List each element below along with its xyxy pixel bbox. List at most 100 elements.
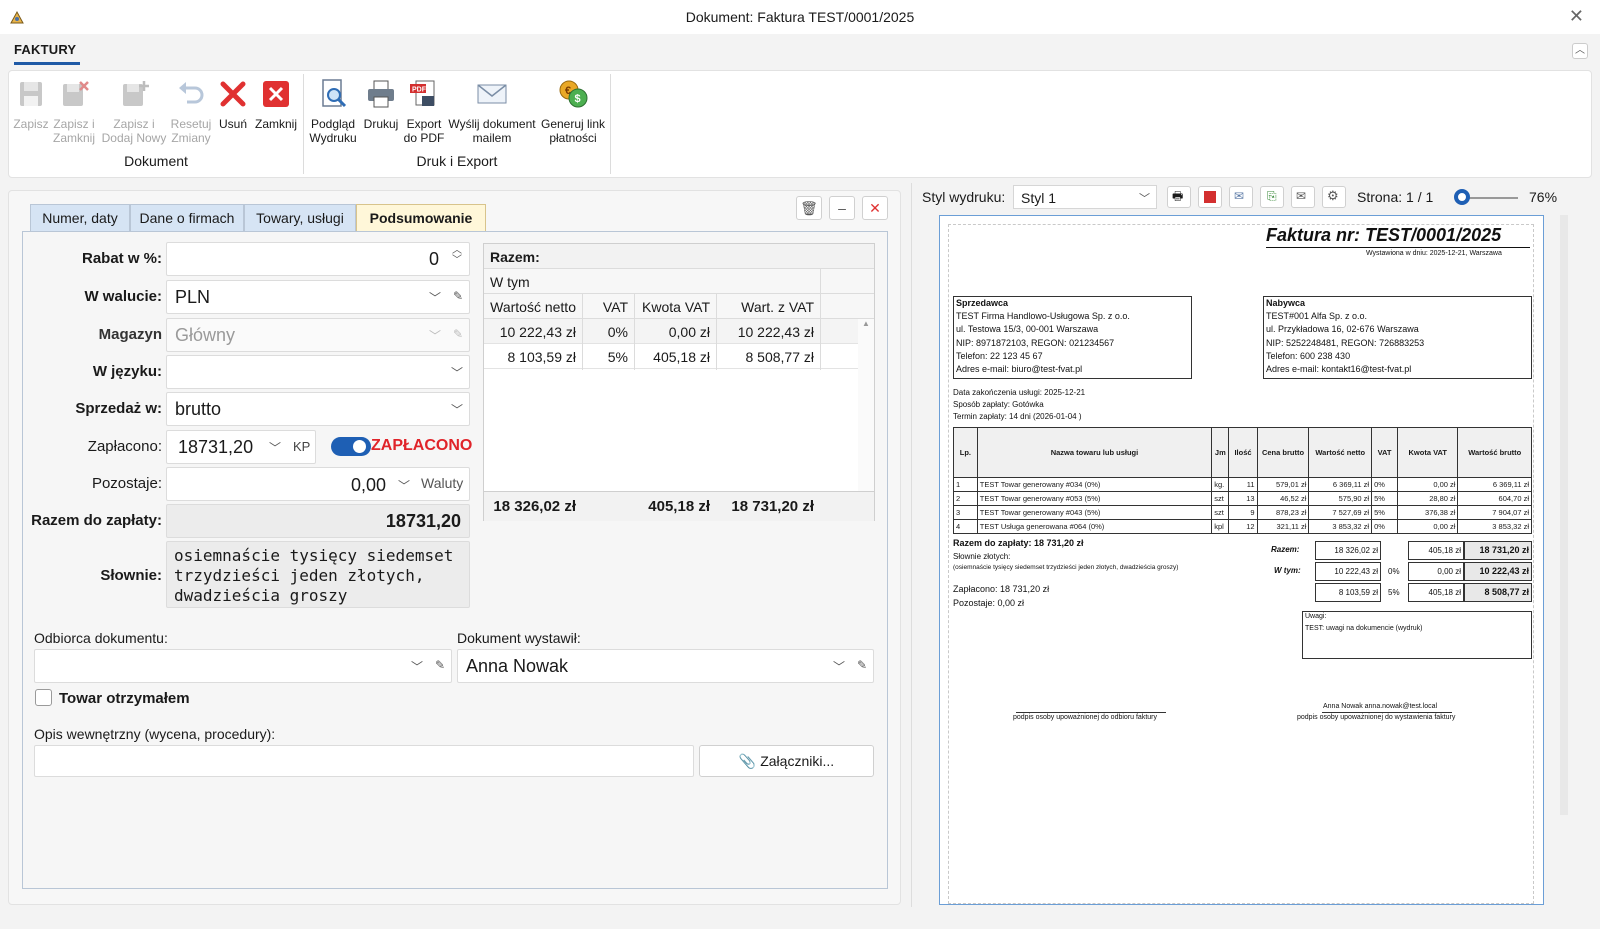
opis-input[interactable] <box>34 745 694 777</box>
odbiorca-select[interactable] <box>34 649 452 683</box>
waluta-select[interactable]: PLN <box>166 280 470 314</box>
tab-towary-uslugi[interactable]: Towary, usługi <box>244 204 356 232</box>
items-header-row: Lp. Nazwa towaru lub usługi Jm Ilość Cen… <box>953 427 1532 478</box>
rabat-spinner[interactable]: ︿ ﹀ <box>452 246 462 266</box>
save-close-button[interactable]: Zapisz i Zamknij <box>52 78 96 145</box>
chevron-down-icon[interactable]: ﹀ <box>429 289 441 306</box>
zoom-value: 76% <box>1529 189 1558 205</box>
items-cell: 7 527,69 zł <box>1308 505 1373 520</box>
export-pdf-button[interactable]: PDF Export do PDF <box>402 78 446 145</box>
delete-button[interactable]: Usuń <box>214 78 252 131</box>
export-button-small[interactable]: ⎘ <box>1260 186 1284 208</box>
razem-total: 18 326,02 zł <box>493 498 576 515</box>
uwagi-heading: Uwagi: <box>1305 613 1327 620</box>
print-preview-label-1: Podgląd <box>310 117 356 131</box>
wystawil-select[interactable]: Anna Nowak <box>457 649 874 683</box>
items-header: Kwota VAT <box>1396 427 1459 478</box>
pozostaje-label: Pozostaje: <box>91 475 162 492</box>
email-button-small[interactable]: ✉ <box>1229 186 1253 208</box>
payment-link-label-1: Generuj link <box>540 117 606 131</box>
items-cell: TEST Towar generowany #043 (5%) <box>976 505 1213 520</box>
magazyn-label: Magazyn <box>98 326 162 343</box>
print-preview-button[interactable]: Podgląd Wydruku <box>306 78 360 145</box>
razem-total: 18 731,20 zł <box>731 498 814 515</box>
ribbon-collapse-button[interactable]: ︿ <box>1572 43 1588 59</box>
close-window-icon[interactable]: ✕ <box>1569 6 1584 27</box>
pencil-icon[interactable]: ✎ <box>857 658 867 672</box>
minimize-button[interactable]: – <box>829 196 855 220</box>
chevron-down-icon[interactable]: ﹀ <box>398 477 410 494</box>
items-cell: 0% <box>1371 477 1398 492</box>
razem-col-header: VAT <box>602 299 628 315</box>
title-bar: Dokument: Faktura TEST/0001/2025 ✕ <box>0 0 1600 34</box>
items-cell: 6 369,11 zł <box>1308 477 1373 492</box>
preview-scrollbar[interactable] <box>1560 215 1568 815</box>
sum-cell: 18 731,20 zł <box>1479 545 1529 555</box>
invoice-pozostaje: Pozostaje: 0,00 zł <box>953 598 1025 608</box>
reset-button[interactable]: Resetuj Zmiany <box>168 78 214 145</box>
style-select[interactable]: Styl 1 ﹀ <box>1013 185 1157 209</box>
pencil-icon[interactable]: ✎ <box>453 289 463 303</box>
save-button[interactable]: Zapisz <box>10 78 52 131</box>
jezyk-label: W języku: <box>92 363 162 380</box>
buyer-line: NIP: 5252248481, REGON: 726883253 <box>1266 338 1425 348</box>
close-button[interactable]: Zamknij <box>252 78 300 131</box>
payment-link-button[interactable]: € $ Generuj link płatności <box>538 78 608 145</box>
items-header: Nazwa towaru lub usługi <box>976 427 1213 478</box>
envelope-icon: ✉ <box>1296 189 1307 203</box>
zoom-slider-handle[interactable] <box>1454 189 1470 205</box>
waluta-label: W walucie: <box>84 288 162 305</box>
tab-podsumowanie[interactable]: Podsumowanie <box>356 204 486 232</box>
chevron-down-icon[interactable]: ﹀ <box>411 658 423 675</box>
chevron-down-icon[interactable]: ﹀ <box>451 401 463 418</box>
razem-cell: 10 222,43 zł <box>499 324 576 340</box>
buyer-line: Adres e-mail: kontakt16@test-fvat.pl <box>1266 364 1412 374</box>
save-close-label-1: Zapisz i <box>53 117 95 131</box>
page-indicator: Strona: 1 / 1 <box>1357 189 1434 205</box>
save-new-button[interactable]: Zapisz i Dodaj Nowy <box>100 78 168 145</box>
items-row: 2 TEST Towar generowany #053 (5%) szt 13 46,… <box>953 491 1532 506</box>
settings-button[interactable]: ⚙ <box>1322 186 1346 208</box>
sprzedaz-select[interactable]: brutto <box>166 392 470 426</box>
close-icon: ✕ <box>869 200 881 216</box>
items-cell: 321,11 zł <box>1256 519 1310 534</box>
razem-scrollbar[interactable]: ▲ <box>858 319 874 491</box>
sum-cell: 8 508,77 zł <box>1484 587 1529 597</box>
send-email-button[interactable]: Wyślij dokument mailem <box>446 78 538 145</box>
close-panel-button[interactable]: ✕ <box>862 196 888 220</box>
jezyk-select[interactable] <box>166 355 470 389</box>
print-button[interactable]: Drukuj <box>360 78 402 131</box>
print-button-small[interactable]: 🖶 <box>1167 186 1191 208</box>
chevron-down-icon[interactable]: ﹀ <box>269 439 281 456</box>
items-table: Lp. Nazwa towaru lub usługi Jm Ilość Cen… <box>953 427 1532 534</box>
rabat-input[interactable]: 0 <box>166 242 470 276</box>
save-new-icon <box>123 81 149 106</box>
pdf-button-small[interactable] <box>1198 186 1222 208</box>
print-preview-label-2: Wydruku <box>309 131 357 145</box>
signature-right-caption: podpis osoby upoważnionej do wystawienia… <box>1297 714 1456 721</box>
info-line: Data zakończenia usługi: 2025-12-21 <box>953 388 1086 397</box>
zalaczniki-button[interactable]: 📎 Załączniki... <box>699 745 874 777</box>
ribbon-tab-faktury[interactable]: FAKTURY <box>14 42 76 57</box>
envelope-icon: ✉ <box>1234 189 1245 203</box>
items-cell: 376,38 zł <box>1396 505 1459 520</box>
chevron-down-icon[interactable]: ﹀ <box>451 364 463 381</box>
print-preview-icon <box>322 79 347 108</box>
items-cell: 4 <box>953 519 978 534</box>
tab-dane-o-firmach[interactable]: Dane o firmach <box>130 204 244 232</box>
trash-button[interactable]: 🗑 <box>796 196 822 220</box>
pencil-icon[interactable]: ✎ <box>435 658 445 672</box>
sum-cell: 18 326,02 zł <box>1334 546 1378 555</box>
towar-otrzymalem-checkbox[interactable] <box>35 689 52 706</box>
items-cell: 878,23 zł <box>1256 505 1310 520</box>
tab-numer-daty[interactable]: Numer, daty <box>30 204 130 232</box>
style-value: Styl 1 <box>1021 190 1057 206</box>
items-cell: kg. <box>1211 477 1230 492</box>
zaplacono-toggle[interactable] <box>331 437 371 456</box>
send-button-small[interactable]: ✉ <box>1291 186 1315 208</box>
buyer-line: ul. Przykładowa 16, 02-676 Warszawa <box>1266 324 1419 334</box>
items-cell: 579,01 zł <box>1256 477 1310 492</box>
save-new-label-1: Zapisz i <box>113 117 155 131</box>
chevron-down-icon[interactable]: ﹀ <box>833 658 845 675</box>
items-header: Jm <box>1211 427 1230 478</box>
